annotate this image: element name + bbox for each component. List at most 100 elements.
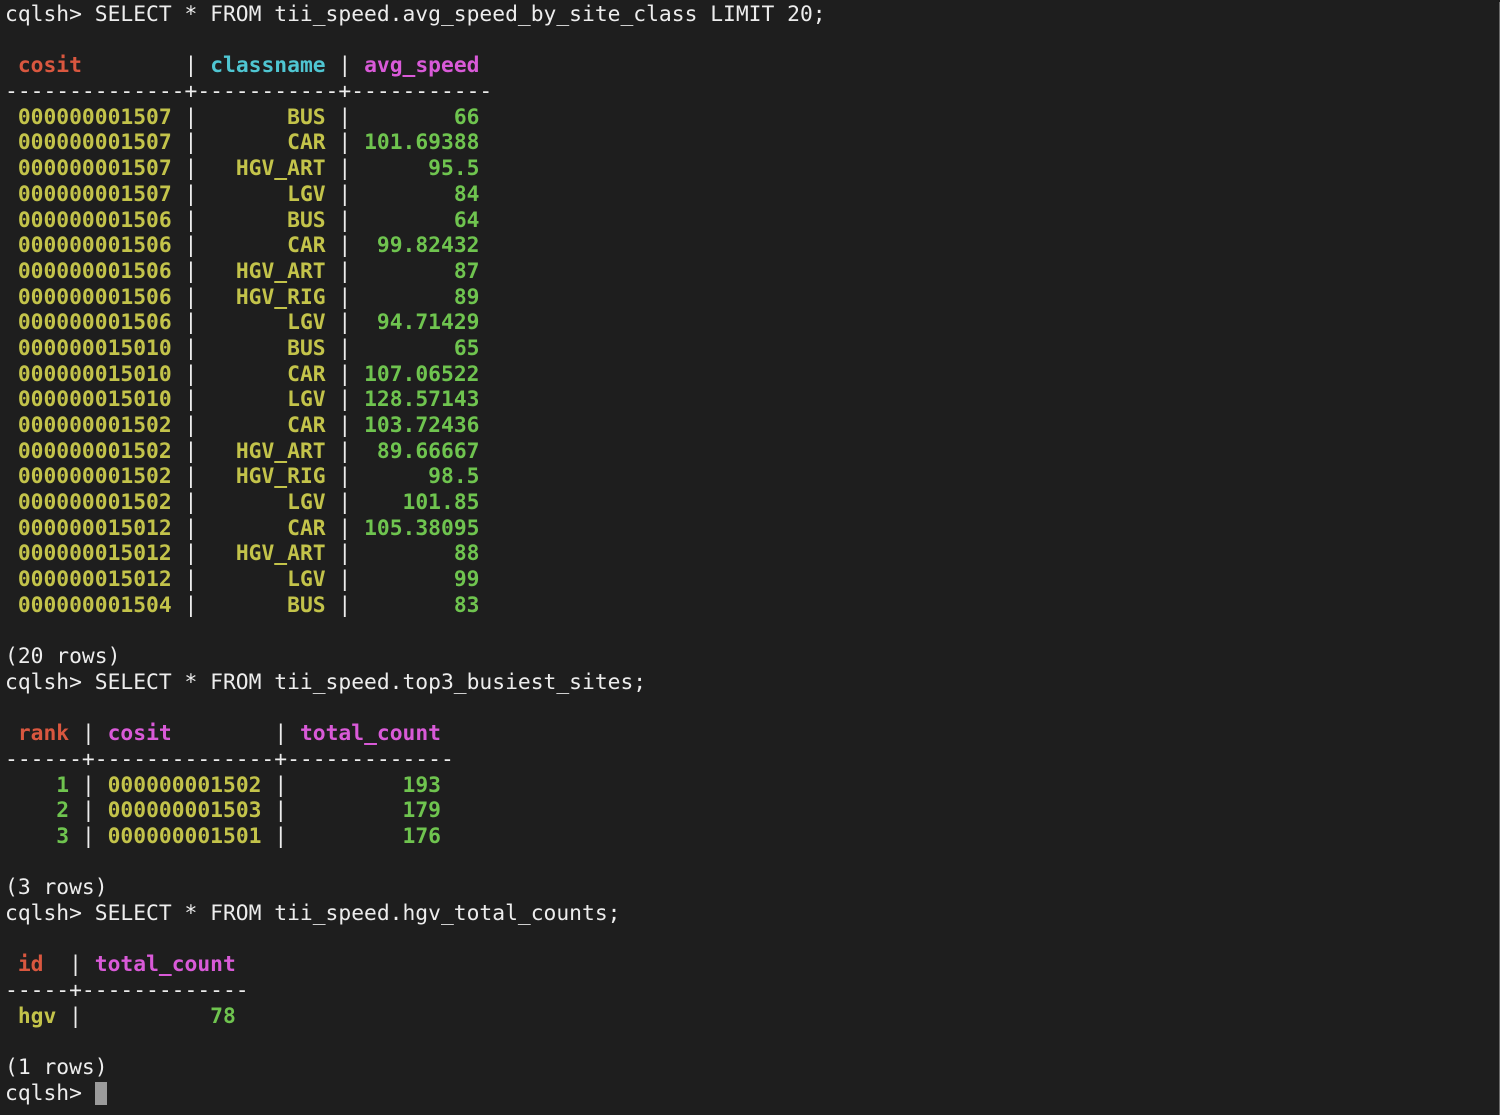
table-cell: 000000015012 xyxy=(17,515,172,541)
table-cell: 000000001507 xyxy=(17,130,172,156)
table-cell: CAR xyxy=(210,515,326,541)
table-cell: 83 xyxy=(364,592,480,618)
table-cell: 000000001506 xyxy=(17,207,172,233)
table-separator: --------------+-----------+----------- xyxy=(5,79,493,105)
prompt: cqlsh> xyxy=(5,669,95,695)
row-count-text: (3 rows) xyxy=(5,875,108,901)
table-cell: 105.38095 xyxy=(364,515,480,541)
input-line[interactable]: cqlsh> xyxy=(5,1081,1499,1107)
row-count-text: (1 rows) xyxy=(5,1055,108,1081)
table-cell: 000000001506 xyxy=(17,284,172,310)
table-row: 000000001507 | CAR | 101.69388 xyxy=(17,130,480,156)
table-row: 000000001506 | CAR | 99.82432 xyxy=(17,233,480,259)
table-row: 000000001507 | LGV | 84 xyxy=(17,181,480,207)
table-cell: 95.5 xyxy=(364,156,480,182)
table-cell: 000000001504 xyxy=(17,592,172,618)
table-header: cosit | classname | avg_speed xyxy=(17,53,480,79)
table-cell: 87 xyxy=(364,258,480,284)
text-cursor[interactable] xyxy=(94,1081,107,1105)
table-row: 000000001502 | CAR | 103.72436 xyxy=(17,413,480,438)
table-cell: 78 xyxy=(94,1003,236,1029)
table-cell: 000000001502 xyxy=(17,490,172,516)
table-header: rank | cosit | total_count xyxy=(17,721,442,747)
table-cell: CAR xyxy=(210,233,326,259)
table-cell: 000000001502 xyxy=(17,438,172,464)
table-row: 000000001506 | HGV_ART | 87 xyxy=(17,258,480,284)
table-cell: 84 xyxy=(364,181,480,207)
table-cell: 000000001503 xyxy=(107,798,262,824)
table-cell: 000000001506 xyxy=(17,258,172,284)
table-row: 2 | 000000001503 | 179 xyxy=(17,798,442,824)
table-header: id | total_count xyxy=(17,952,236,978)
command-text: SELECT * FROM tii_speed.avg_speed_by_sit… xyxy=(94,2,826,27)
table-cell: 88 xyxy=(364,541,480,567)
prompt: cqlsh> xyxy=(5,2,95,27)
table-cell: 000000001501 xyxy=(107,824,262,849)
table-cell: 000000001502 xyxy=(107,772,262,798)
table-cell: 101.85 xyxy=(364,490,480,516)
table-row: 000000001502 | HGV_ART | 89.66667 xyxy=(17,438,480,464)
table-cell: 89.66667 xyxy=(364,438,480,464)
table-cell: 000000001507 xyxy=(17,181,172,207)
table-row: 000000015010 | LGV | 128.57143 xyxy=(17,387,480,413)
table-cell: BUS xyxy=(210,592,326,618)
command-line: cqlsh> SELECT * FROM tii_speed.avg_speed… xyxy=(5,2,1499,28)
prompt: cqlsh> xyxy=(5,1080,95,1106)
table-cell: 98.5 xyxy=(364,464,480,490)
row-count: (3 rows) xyxy=(5,875,1499,901)
table-cell: HGV_RIG xyxy=(210,284,326,310)
table-cell: 64 xyxy=(364,207,480,233)
column-header: total_count xyxy=(94,952,236,978)
table-row: 1 | 000000001502 | 193 xyxy=(17,772,442,798)
table-cell: 103.72436 xyxy=(364,413,480,438)
table-cell: 000000015012 xyxy=(17,567,172,593)
table-row: 000000015010 | BUS | 65 xyxy=(17,335,480,361)
table-row: 000000001506 | HGV_RIG | 89 xyxy=(17,284,480,310)
table-cell: 128.57143 xyxy=(364,387,480,413)
table-cell: hgv xyxy=(17,1003,57,1029)
table-cell: 101.69388 xyxy=(364,130,480,156)
table-cell: BUS xyxy=(210,207,326,233)
table-cell: 000000015010 xyxy=(17,361,172,387)
table-row: 000000001502 | LGV | 101.85 xyxy=(17,490,480,516)
row-count-text: (20 rows) xyxy=(5,644,121,670)
table-cell: 1 xyxy=(17,772,70,798)
table-cell: 000000001506 xyxy=(17,233,172,259)
table-row: 000000015012 | CAR | 105.38095 xyxy=(17,515,480,541)
table-cell: CAR xyxy=(210,130,326,156)
table-cell: 107.06522 xyxy=(364,361,480,387)
table-row: 000000001506 | BUS | 64 xyxy=(17,207,480,233)
table-row: 000000015010 | CAR | 107.06522 xyxy=(17,361,480,387)
table-separator: ------+--------------+------------- xyxy=(5,746,454,772)
column-header: avg_speed xyxy=(364,53,480,79)
table-row: 3 | 000000001501 | 176 xyxy=(17,824,442,849)
table-cell: HGV_ART xyxy=(210,541,326,567)
table-cell: LGV xyxy=(210,490,326,516)
table-cell: 89 xyxy=(364,284,480,310)
table-cell: LGV xyxy=(210,387,326,413)
row-count: (20 rows) xyxy=(5,644,1499,670)
table-cell: HGV_ART xyxy=(210,258,326,284)
table-row: 000000001506 | LGV | 94.71429 xyxy=(17,310,480,336)
table-cell: 000000001507 xyxy=(17,156,172,182)
column-header: id xyxy=(17,952,57,978)
table-cell: 3 xyxy=(17,824,70,849)
table-cell: HGV_ART xyxy=(210,438,326,464)
prompt: cqlsh> xyxy=(5,901,95,927)
terminal-window[interactable]: cqlsh> SELECT * FROM tii_speed.avg_speed… xyxy=(0,2,1500,1115)
table-cell: HGV_ART xyxy=(210,156,326,182)
column-header: cosit xyxy=(107,721,262,747)
command-text: SELECT * FROM tii_speed.hgv_total_counts… xyxy=(94,901,621,927)
table-cell: LGV xyxy=(210,567,326,593)
table-cell: BUS xyxy=(210,104,326,130)
table-cell: 2 xyxy=(17,798,70,824)
table-cell: 193 xyxy=(299,772,442,798)
table-row: hgv | 78 xyxy=(17,1003,236,1029)
table-cell: LGV xyxy=(210,310,326,336)
table-cell: 000000001502 xyxy=(17,413,172,438)
table-row: 000000001502 | HGV_RIG | 98.5 xyxy=(17,464,480,490)
